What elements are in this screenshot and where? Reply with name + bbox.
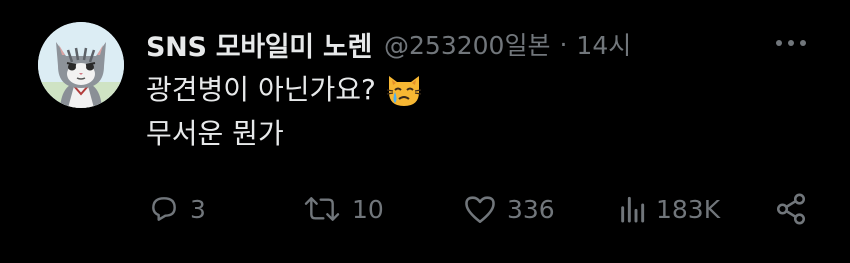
display-name[interactable]: SNS 모바일미 노렌 (146, 25, 372, 64)
heart-icon (465, 196, 495, 224)
tweet-text-line-1: 광견병이 아닌가요? (146, 73, 376, 106)
retweet-icon (304, 197, 340, 221)
more-dot (800, 40, 806, 46)
tweet[interactable]: SNS 모바일미 노렌 @253200일본 · 14시 광견병이 아닌가요? 무… (0, 0, 850, 263)
view-count: 183K (656, 194, 721, 224)
more-options-icon[interactable] (770, 28, 812, 58)
reply-count: 3 (190, 194, 206, 224)
crying-cat-face-icon (386, 76, 421, 106)
like-button[interactable]: 336 (463, 186, 555, 232)
like-count: 336 (507, 194, 555, 224)
share-button[interactable] (774, 186, 808, 232)
reply-icon (152, 197, 176, 221)
retweet-button[interactable]: 10 (302, 186, 384, 232)
views-chart-icon (621, 196, 645, 223)
more-dot (776, 40, 782, 46)
avatar[interactable] (38, 22, 124, 108)
retweet-count: 10 (352, 194, 384, 224)
share-icon (776, 193, 806, 225)
user-handle[interactable]: @253200일본 (384, 26, 550, 62)
views-button[interactable]: 183K (618, 186, 720, 232)
more-dot (788, 40, 794, 46)
tweet-text: 광견병이 아닌가요? 무서운 뭔가 (146, 68, 424, 156)
tweet-actions: 3 10 336 183K (0, 186, 850, 232)
cat-avatar-icon (38, 22, 124, 108)
timestamp[interactable]: 14시 (576, 26, 631, 62)
tweet-text-line: 광견병이 아닌가요? (146, 68, 424, 112)
separator-dot: · (559, 29, 568, 59)
tweet-text-line: 무서운 뭔가 (146, 112, 424, 156)
tweet-header: SNS 모바일미 노렌 @253200일본 · 14시 (146, 24, 631, 64)
tweet-text-line-2: 무서운 뭔가 (146, 117, 284, 150)
reply-button[interactable]: 3 (148, 186, 206, 232)
